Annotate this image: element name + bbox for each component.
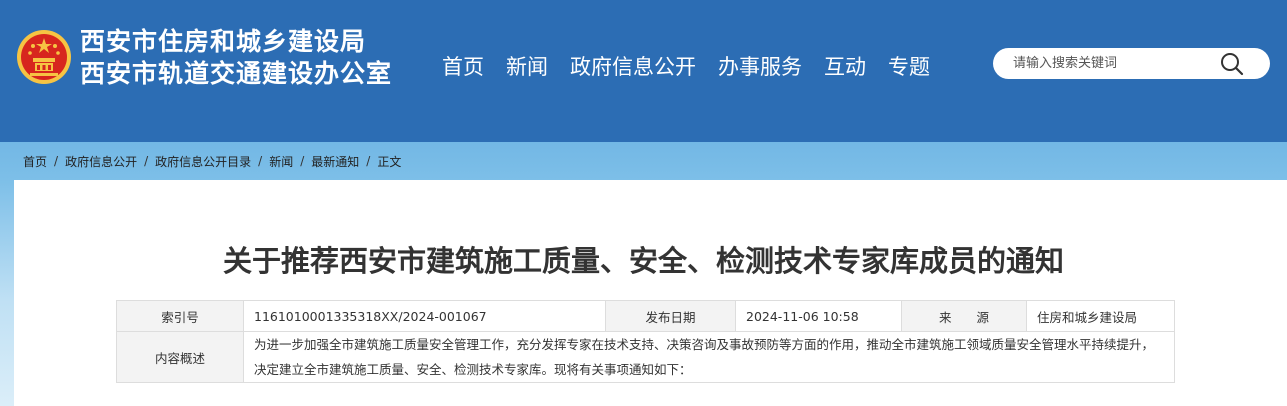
breadcrumb-separator: / — [300, 154, 305, 168]
breadcrumb-gov-info-catalog[interactable]: 政府信息公开目录 — [155, 153, 251, 170]
breadcrumb-latest-notice[interactable]: 最新通知 — [311, 153, 359, 170]
meta-table: 索引号 1161010001335318XX/2024-001067 发布日期 … — [116, 300, 1175, 383]
breadcrumb-current: 正文 — [377, 154, 402, 169]
breadcrumb: 首页 / 政府信息公开 / 政府信息公开目录 / 新闻 / 最新通知 / 正文 — [23, 151, 401, 171]
main-nav: 首页 新闻 政府信息公开 办事服务 互动 专题 — [442, 50, 952, 84]
nav-item-topics[interactable]: 专题 — [888, 50, 930, 84]
site-title-line1: 西安市住房和城乡建设局 — [80, 27, 367, 56]
nav-item-gov-info[interactable]: 政府信息公开 — [570, 50, 696, 84]
breadcrumb-separator: / — [54, 154, 59, 168]
search-icon[interactable] — [1219, 51, 1245, 77]
meta-row: 内容概述 为进一步加强全市建筑施工质量安全管理工作，充分发挥专家在技术支持、决策… — [116, 331, 1175, 383]
nav-item-interaction[interactable]: 互动 — [824, 50, 866, 84]
site-title[interactable]: 西安市住房和城乡建设局 西安市轨道交通建设办公室 — [80, 26, 392, 90]
breadcrumb-separator: / — [366, 154, 371, 168]
site-title-line2: 西安市轨道交通建设办公室 — [80, 59, 393, 88]
search-input[interactable] — [1013, 48, 1223, 79]
source-label: 来 源 — [901, 300, 1027, 332]
breadcrumb-gov-info[interactable]: 政府信息公开 — [65, 153, 137, 170]
breadcrumb-news[interactable]: 新闻 — [269, 153, 293, 170]
index-label: 索引号 — [116, 300, 244, 332]
breadcrumb-separator: / — [144, 154, 149, 168]
article-title: 关于推荐西安市建筑施工质量、安全、检测技术专家库成员的通知 — [222, 244, 1064, 278]
nav-item-services[interactable]: 办事服务 — [718, 50, 802, 84]
nav-item-news[interactable]: 新闻 — [506, 50, 548, 84]
breadcrumb-separator: / — [258, 154, 263, 168]
date-label: 发布日期 — [605, 300, 736, 332]
breadcrumb-home[interactable]: 首页 — [23, 153, 47, 170]
source-value: 住房和城乡建设局 — [1026, 300, 1175, 332]
index-value: 1161010001335318XX/2024-001067 — [243, 300, 606, 332]
date-value: 2024-11-06 10:58 — [735, 300, 902, 332]
summary-label: 内容概述 — [116, 331, 244, 383]
meta-row: 索引号 1161010001335318XX/2024-001067 发布日期 … — [116, 300, 1175, 332]
nav-item-home[interactable]: 首页 — [442, 50, 484, 84]
summary-value: 为进一步加强全市建筑施工质量安全管理工作，充分发挥专家在技术支持、决策咨询及事故… — [243, 331, 1175, 383]
national-emblem-icon[interactable] — [16, 28, 72, 86]
